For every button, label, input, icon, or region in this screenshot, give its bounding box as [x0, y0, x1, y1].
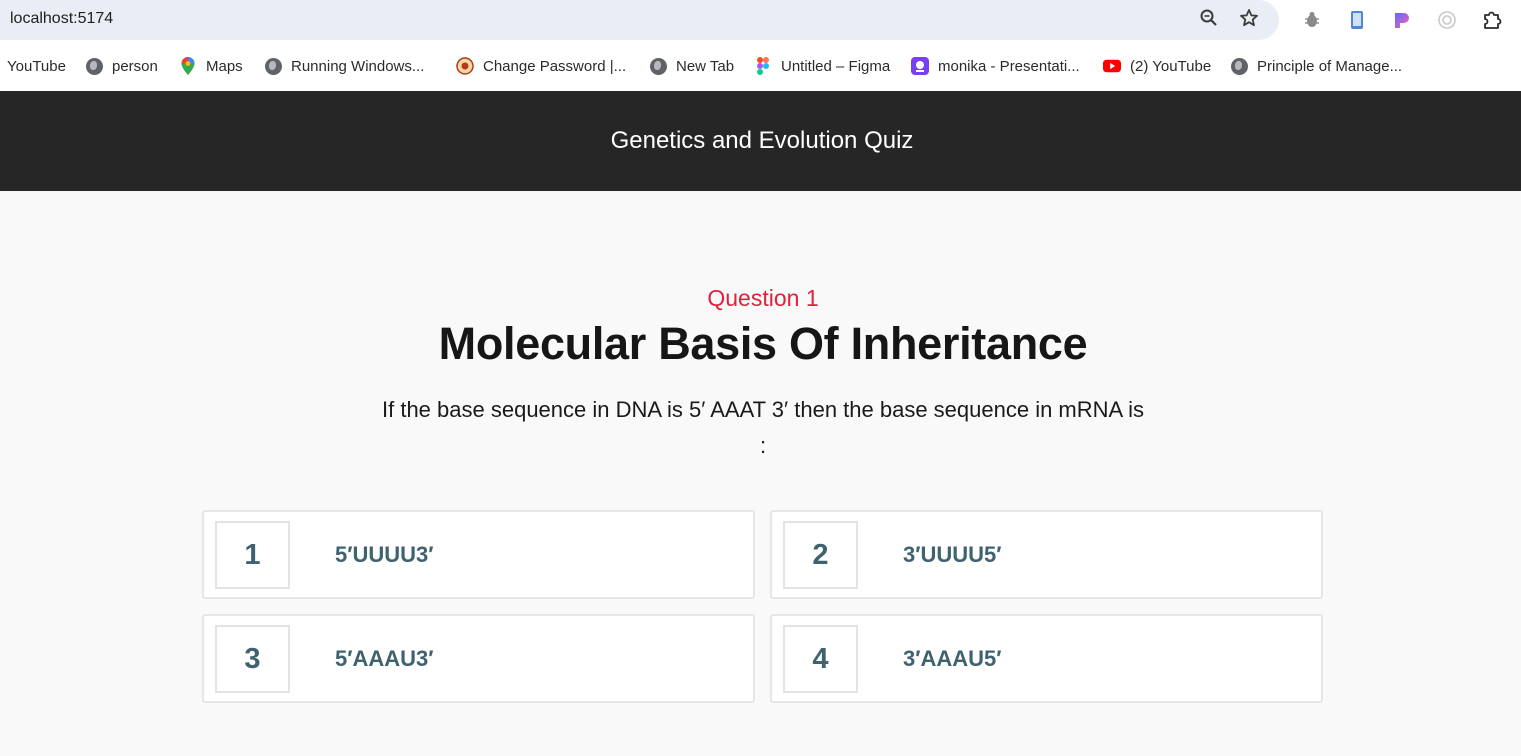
- option-4[interactable]: 4 3′AAAU5′: [770, 614, 1323, 703]
- youtube-icon: [1103, 57, 1121, 75]
- bug-extension-icon[interactable]: [1299, 7, 1325, 33]
- question-number: Question 1: [707, 285, 819, 311]
- question-topic: Molecular Basis Of Inheritance: [438, 318, 1088, 369]
- bookmark-label: New Tab: [676, 57, 735, 75]
- bookmark-running-windows[interactable]: Running Windows...: [264, 54, 424, 78]
- option-text: 3′AAAU5′: [903, 645, 1002, 671]
- gradient-extension-icon[interactable]: [1389, 7, 1415, 33]
- bookmark-youtube[interactable]: YouTube: [7, 54, 66, 78]
- puzzle-extension-icon[interactable]: [1479, 7, 1505, 33]
- zoom-icon[interactable]: [1197, 8, 1221, 32]
- url-text[interactable]: localhost:5174: [10, 10, 113, 28]
- option-text: 5′UUUU3′: [335, 541, 434, 567]
- bookmark-label: Maps: [206, 57, 243, 75]
- bookmark-principle-management[interactable]: Principle of Manage...: [1230, 54, 1402, 78]
- bookmark-label: Untitled – Figma: [781, 57, 891, 75]
- bookmark-new-tab[interactable]: New Tab: [649, 54, 734, 78]
- globe-icon: [264, 57, 282, 75]
- bookmark-label: YouTube: [7, 57, 66, 75]
- browser-toolbar: localhost:5174: [0, 0, 1521, 40]
- phone-extension-icon[interactable]: [1344, 7, 1370, 33]
- app-header: Genetics and Evolution Quiz: [0, 91, 1521, 191]
- option-number: 4: [783, 625, 858, 693]
- option-number: 3: [215, 625, 290, 693]
- option-text: 5′AAAU3′: [335, 645, 434, 671]
- bookmarks-bar: YouTube person Maps Running Windows... C…: [0, 40, 1521, 91]
- bookmark-label: monika - Presentati...: [938, 57, 1080, 75]
- globe-icon: [85, 57, 103, 75]
- maps-pin-icon: [179, 57, 197, 75]
- globe-icon: [649, 57, 667, 75]
- bookmark-maps[interactable]: Maps: [179, 54, 243, 78]
- bookmark-youtube-2[interactable]: (2) YouTube: [1103, 54, 1211, 78]
- bookmark-change-password[interactable]: Change Password |...: [456, 54, 626, 78]
- emblem-icon: [456, 57, 474, 75]
- bookmark-label: Principle of Manage...: [1257, 57, 1403, 75]
- bookmark-label: (2) YouTube: [1130, 57, 1212, 75]
- option-number: 1: [215, 521, 290, 589]
- globe-icon: [1230, 57, 1248, 75]
- option-3[interactable]: 3 5′AAAU3′: [202, 614, 755, 703]
- question-text: If the base sequence in DNA is 5′ AAAT 3…: [382, 397, 1144, 458]
- presentation-icon: [911, 57, 929, 75]
- star-icon[interactable]: [1237, 8, 1261, 32]
- bookmark-label: person: [112, 57, 158, 75]
- app-title: Genetics and Evolution Quiz: [610, 127, 914, 154]
- option-2[interactable]: 2 3′UUUU5′: [770, 510, 1323, 599]
- bookmark-monika-presentation[interactable]: monika - Presentati...: [911, 54, 1080, 78]
- address-bar[interactable]: localhost:5174: [0, 0, 1279, 40]
- bookmark-person[interactable]: person: [85, 54, 158, 78]
- target-extension-icon[interactable]: [1434, 7, 1460, 33]
- figma-icon: [754, 57, 772, 75]
- option-text: 3′UUUU5′: [903, 541, 1002, 567]
- option-number: 2: [783, 521, 858, 589]
- bookmark-label: Running Windows...: [291, 57, 425, 75]
- bookmark-figma[interactable]: Untitled – Figma: [754, 54, 890, 78]
- option-1[interactable]: 1 5′UUUU3′: [202, 510, 755, 599]
- bookmark-label: Change Password |...: [483, 57, 627, 75]
